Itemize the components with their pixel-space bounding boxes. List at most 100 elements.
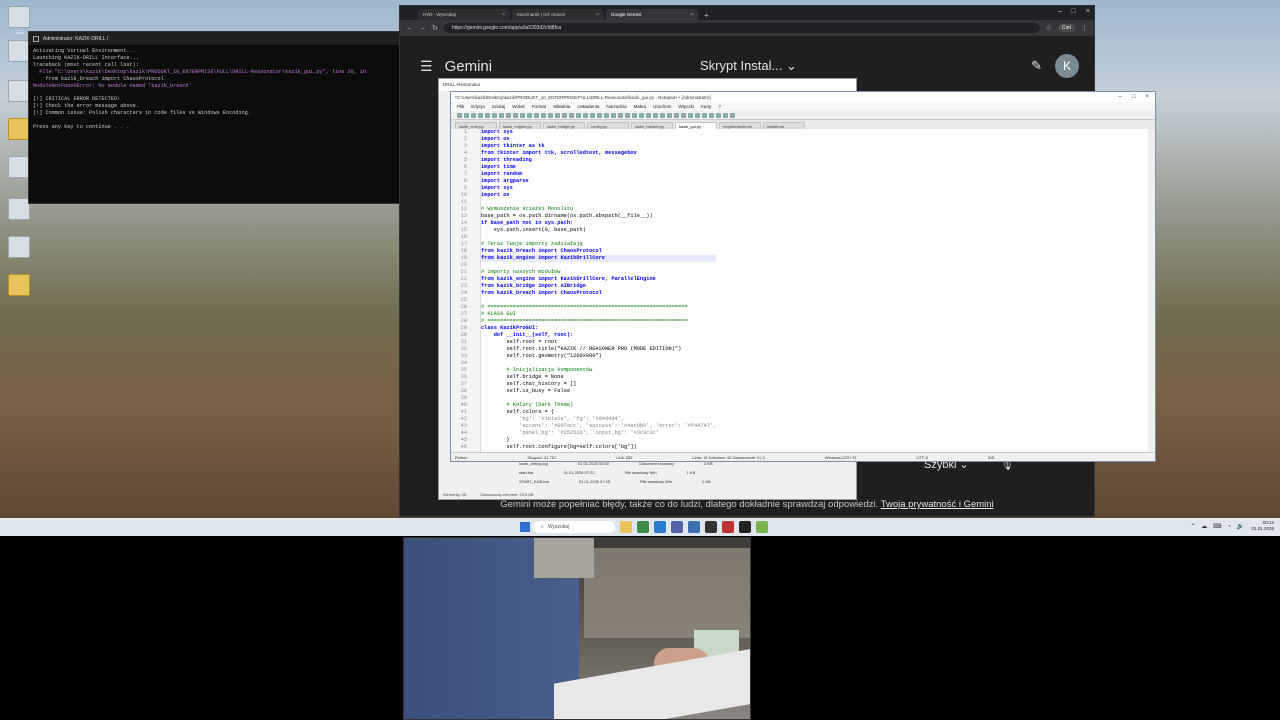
- github-icon[interactable]: [705, 521, 717, 533]
- menu-item[interactable]: Makra: [634, 104, 647, 109]
- start-button-icon[interactable]: [520, 522, 530, 532]
- browser-tab[interactable]: Kaczmarek | cel: reason ×: [512, 9, 604, 20]
- desktop-app-icon[interactable]: [8, 198, 30, 220]
- toolbar-button-icon[interactable]: [555, 112, 560, 118]
- menu-item[interactable]: Ustawienia: [577, 104, 599, 109]
- toolbar-button-icon[interactable]: [730, 112, 735, 118]
- toolbar-button-icon[interactable]: [695, 112, 700, 118]
- bookmark-star-icon[interactable]: ☆: [1046, 24, 1052, 32]
- toolbar-button-icon[interactable]: [723, 112, 728, 118]
- close-icon[interactable]: ×: [502, 12, 505, 18]
- file-tab[interactable]: kazik_engine.py: [499, 122, 541, 129]
- notepad-plus-plus-window[interactable]: *C:\Users\kazik\Desktop\kazik\PRODUKT_10…: [450, 91, 1156, 462]
- toolbar-button-icon[interactable]: [471, 112, 476, 118]
- edge-icon[interactable]: [654, 521, 666, 533]
- toolbar-button-icon[interactable]: [674, 112, 679, 118]
- close-window-icon[interactable]: ×: [1145, 94, 1149, 100]
- menu-item[interactable]: Edycja: [471, 104, 485, 109]
- toolbar-button-icon[interactable]: [576, 112, 581, 118]
- browser-tab[interactable]: HVD - Wyszukaj ×: [418, 9, 510, 20]
- toolbar-button-icon[interactable]: [534, 112, 539, 118]
- toolbar-button-icon[interactable]: [499, 112, 504, 118]
- forward-icon[interactable]: →: [419, 25, 426, 32]
- menu-dots-icon[interactable]: ⋮: [1081, 24, 1088, 32]
- list-item[interactable]: start.bat 01.01.2026 07:22 Plik wsadowy Wi…: [519, 468, 713, 477]
- toolbar-button-icon[interactable]: [485, 112, 490, 118]
- chrome-icon[interactable]: [637, 521, 649, 533]
- menu-item[interactable]: Szukaj: [492, 104, 506, 109]
- file-tab[interactable]: install.bat: [763, 122, 805, 129]
- vertical-scrollbar[interactable]: [1148, 129, 1155, 453]
- toolbar-button-icon[interactable]: [632, 112, 637, 118]
- tray-icons[interactable]: ⌃ ☁ ⌨ ◔ 🔊: [1191, 523, 1246, 530]
- notepad-titlebar[interactable]: *C:\Users\kazik\Desktop\kazik\PRODUKT_10…: [451, 92, 1155, 102]
- reload-icon[interactable]: ↻: [432, 24, 438, 32]
- terminal-output[interactable]: Activating Virtual Environment... Launchi…: [29, 45, 399, 134]
- new-tab-icon[interactable]: +: [700, 11, 713, 20]
- toolbar-button-icon[interactable]: [541, 112, 546, 118]
- folder-icon[interactable]: [8, 274, 30, 296]
- desktop-file-icon[interactable]: [8, 156, 30, 178]
- app-icon[interactable]: [722, 521, 734, 533]
- file-tab[interactable]: kazik_gui.py: [675, 122, 717, 129]
- toolbar-button-icon[interactable]: [520, 112, 525, 118]
- file-tab[interactable]: requirements.txt: [719, 122, 761, 129]
- toolbar-button-icon[interactable]: [667, 112, 672, 118]
- new-chat-icon[interactable]: ✎: [1031, 58, 1042, 74]
- toolbar-button-icon[interactable]: [604, 112, 609, 118]
- toolbar-button-icon[interactable]: [513, 112, 518, 118]
- recycle-bin-icon[interactable]: [8, 6, 30, 28]
- desktop-file-icon[interactable]: [8, 80, 30, 102]
- taskbar-search[interactable]: ⌕ Wyszukaj: [533, 521, 615, 533]
- gemini-app-name[interactable]: Gemini: [445, 58, 493, 75]
- toolbar-button-icon[interactable]: [639, 112, 644, 118]
- clock[interactable]: 00:13 01.01.2026: [1251, 520, 1274, 532]
- chat-title-dropdown[interactable]: Skrypt Instal... ⌄: [700, 58, 797, 74]
- maximize-icon[interactable]: □: [1132, 94, 1136, 100]
- toolbar-button-icon[interactable]: [492, 112, 497, 118]
- toolbar-button-icon[interactable]: [681, 112, 686, 118]
- terminal-titlebar[interactable]: Administrator: KAZIK-DRILL l: [29, 32, 399, 45]
- folder-icon[interactable]: [8, 118, 30, 140]
- browser-tab-active[interactable]: Google Gemini ×: [606, 9, 698, 20]
- explorer-titlebar[interactable]: DRILL-Reasonator: [439, 79, 856, 91]
- close-icon[interactable]: ×: [596, 12, 599, 18]
- hamburger-menu-icon[interactable]: ☰: [420, 58, 433, 75]
- toolbar-button-icon[interactable]: [590, 112, 595, 118]
- menu-item[interactable]: Widok: [512, 104, 525, 109]
- toolbar-button-icon[interactable]: [611, 112, 616, 118]
- avatar[interactable]: K: [1055, 54, 1079, 78]
- menu-item[interactable]: Plik: [457, 104, 464, 109]
- back-icon[interactable]: ←: [406, 25, 413, 32]
- toolbar-button-icon[interactable]: [583, 112, 588, 118]
- toolbar-button-icon[interactable]: [646, 112, 651, 118]
- terminal-window[interactable]: Administrator: KAZIK-DRILL l Activating …: [28, 31, 400, 204]
- address-bar[interactable]: https://gemini.google.com/app/a0a5393d2c…: [443, 23, 1040, 33]
- file-tab[interactable]: kazik_breach.py: [631, 122, 673, 129]
- toolbar-button-icon[interactable]: [464, 112, 469, 118]
- file-tab[interactable]: config.py: [587, 122, 629, 129]
- file-tab[interactable]: kazik_core.py: [455, 122, 497, 129]
- maximize-icon[interactable]: □: [1072, 8, 1076, 15]
- menu-item[interactable]: ?: [718, 104, 721, 109]
- menu-item[interactable]: Format: [532, 104, 546, 109]
- toolbar-button-icon[interactable]: [569, 112, 574, 118]
- toolbar-button-icon[interactable]: [527, 112, 532, 118]
- toolbar-button-icon[interactable]: [660, 112, 665, 118]
- mail-icon[interactable]: [688, 521, 700, 533]
- menu-item[interactable]: Karty: [701, 104, 712, 109]
- file-tab[interactable]: kazik_bridge.py: [543, 122, 585, 129]
- toolbar-button-icon[interactable]: [597, 112, 602, 118]
- menu-item[interactable]: Składnia: [553, 104, 570, 109]
- toolbar-button-icon[interactable]: [625, 112, 630, 118]
- notepad-plus-plus-icon[interactable]: [756, 521, 768, 533]
- toolbar-button-icon[interactable]: [457, 112, 462, 118]
- menu-item[interactable]: Uruchom: [653, 104, 671, 109]
- toolbar-button-icon[interactable]: [562, 112, 567, 118]
- toolbar-button-icon[interactable]: [478, 112, 483, 118]
- code-editor[interactable]: 1 import sys 2 import os 3 import tkinter as …: [451, 129, 1155, 453]
- terminal-app-icon[interactable]: [739, 521, 751, 533]
- profile-button[interactable]: Cori: [1057, 24, 1075, 32]
- close-window-icon[interactable]: ×: [1086, 8, 1090, 15]
- toolbar-button-icon[interactable]: [548, 112, 553, 118]
